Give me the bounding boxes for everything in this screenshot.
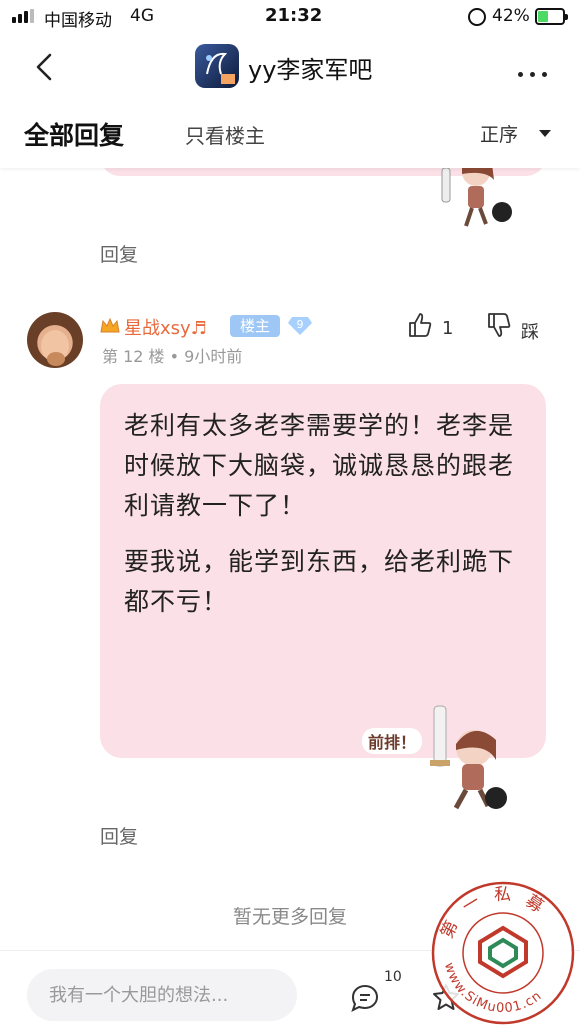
like-count: 1 xyxy=(442,318,454,339)
crown-icon xyxy=(100,318,120,333)
rotation-lock-icon xyxy=(468,8,486,26)
top-nav: yy李家军吧 xyxy=(0,38,580,96)
reply-tabs: 全部回复 只看楼主 正序 xyxy=(0,100,580,168)
username[interactable]: 星战xsy♬ xyxy=(124,314,207,340)
avatar[interactable] xyxy=(27,312,83,368)
tab-only-op[interactable]: 只看楼主 xyxy=(185,120,265,149)
chevron-left-icon[interactable] xyxy=(30,52,60,82)
network-type: 4G xyxy=(130,6,154,26)
watermark-seal: 第 一 私 募 www.SiMu001.cn xyxy=(431,881,575,1025)
op-badge: 楼主 xyxy=(230,315,280,337)
tab-all-replies[interactable]: 全部回复 xyxy=(24,116,124,152)
level-badge: 9 xyxy=(287,316,313,336)
comment-count: 10 xyxy=(384,969,402,985)
battery-icon xyxy=(535,8,568,25)
girl-sticker-icon xyxy=(430,705,507,810)
post-time: 9小时前 xyxy=(184,347,243,366)
forum-title[interactable]: yy李家军吧 xyxy=(248,50,372,85)
status-bar: 中国移动 4G 21:32 42% xyxy=(0,0,580,34)
more-dots-icon[interactable] xyxy=(518,62,554,81)
sort-order-label[interactable]: 正序 xyxy=(480,120,518,147)
reply-input[interactable] xyxy=(27,969,297,1021)
comment-icon[interactable] xyxy=(350,983,380,1013)
carrier-name: 中国移动 xyxy=(44,11,112,31)
post-meta: 第 12 楼 • 9小时前 xyxy=(102,347,243,366)
reply-button[interactable]: 回复 xyxy=(100,822,138,849)
sticker-caption: 前排！ xyxy=(362,728,423,754)
thumbs-down-icon[interactable] xyxy=(487,312,511,338)
clock: 21:32 xyxy=(265,5,323,26)
post-paragraph-2: 要我说，能学到东西，给老利跪下都不亏！ xyxy=(124,547,515,616)
battery-percent: 42% xyxy=(492,6,530,26)
reply-button[interactable]: 回复 xyxy=(100,240,138,267)
floor-number: 第 12 楼 xyxy=(102,347,165,366)
post-paragraph-1: 老利有太多老李需要学的！老李是时候放下大脑袋，诚诚恳恳的跟老利请教一下了！ xyxy=(124,411,515,520)
level-number: 9 xyxy=(296,318,304,331)
dislike-label[interactable]: 踩 xyxy=(521,318,539,344)
caret-down-icon[interactable] xyxy=(539,130,551,137)
forum-logo[interactable] xyxy=(195,44,239,88)
thumbs-up-icon[interactable] xyxy=(408,312,432,338)
